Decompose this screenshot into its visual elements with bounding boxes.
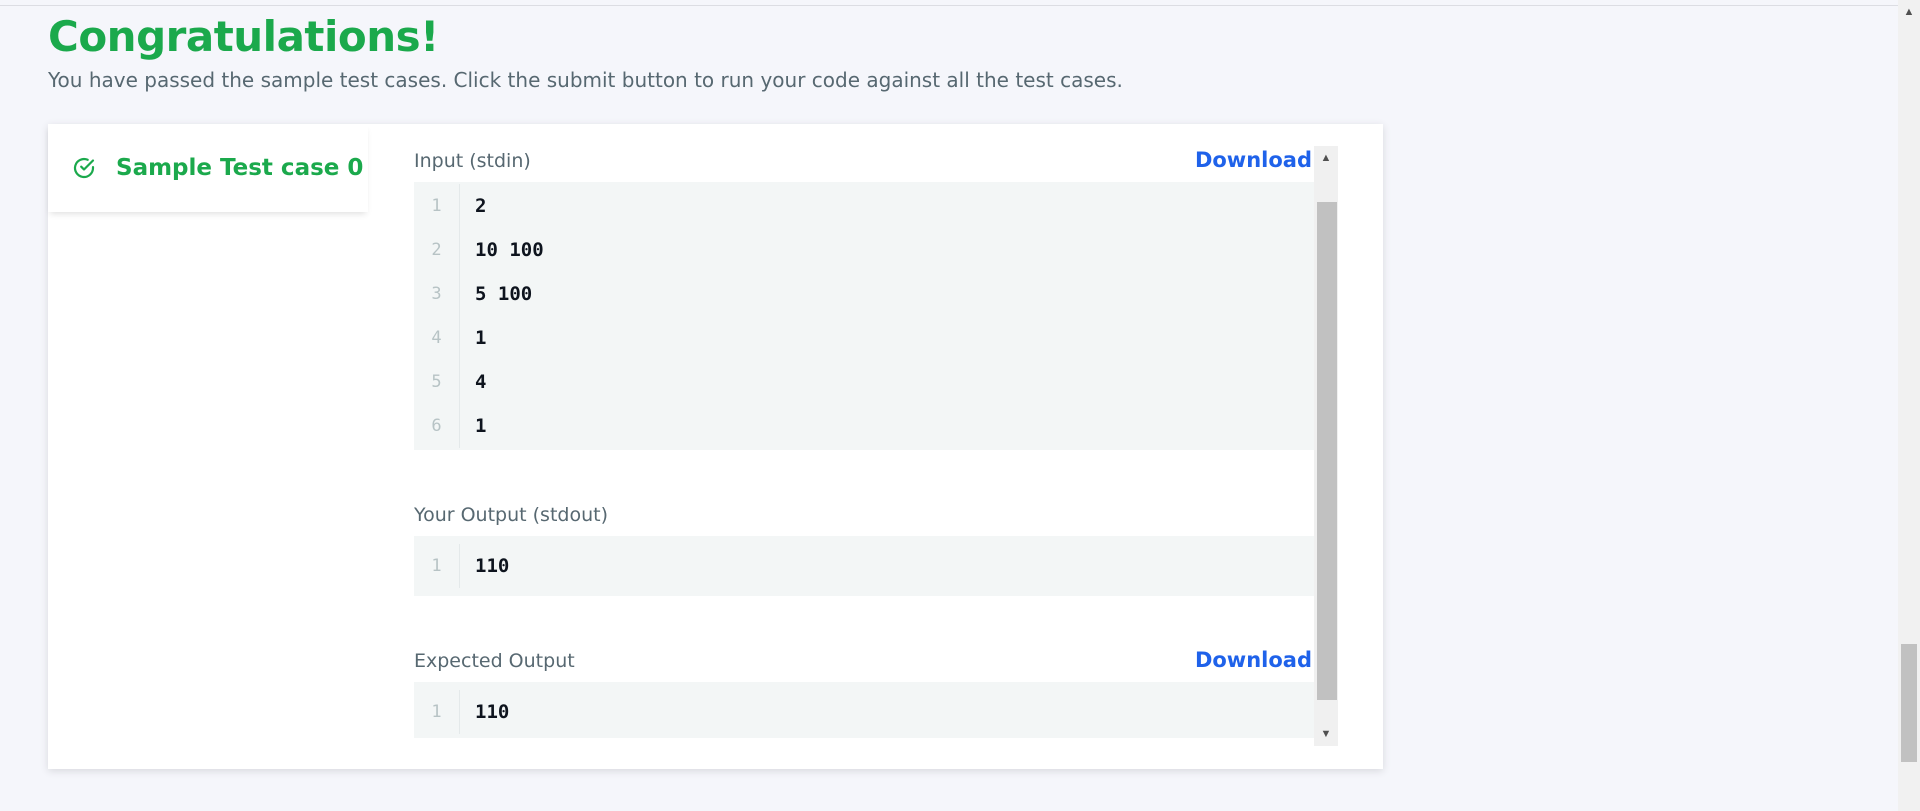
input-section-header: Input (stdin) Download (414, 146, 1338, 182)
code-line: 1 110 (414, 690, 1314, 734)
scroll-up-arrow-icon[interactable]: ▲ (1314, 146, 1338, 170)
line-text: 1 (459, 316, 1314, 360)
line-text: 4 (459, 360, 1314, 404)
panel-scrollbar-thumb[interactable] (1317, 202, 1337, 700)
expected-output-section-header: Expected Output Download (414, 646, 1338, 682)
your-output-section-header: Your Output (stdout) (414, 500, 1338, 536)
tab-label: Sample Test case 0 (116, 155, 364, 181)
code-line: 1 110 (414, 544, 1314, 588)
code-line: 3 5 100 (414, 272, 1314, 316)
code-line: 61 (414, 404, 1314, 448)
line-number: 3 (431, 284, 442, 304)
input-code-block: 1 2 2 10 100 3 5 100 4 1 5 4 6 1 (414, 182, 1314, 450)
line-text: 110 (459, 544, 1314, 588)
code-line: 12 (414, 184, 1314, 228)
check-circle-icon (70, 154, 98, 182)
expected-output-download-link[interactable]: Download (1195, 648, 1312, 672)
your-output-label: Your Output (stdout) (414, 504, 608, 526)
page-title: Congratulations! (48, 12, 439, 61)
line-number: 1 (431, 196, 442, 216)
code-line: 2 10 100 (414, 228, 1314, 272)
page-subtitle: You have passed the sample test cases. C… (48, 68, 1123, 92)
line-text: 2 (459, 184, 1314, 228)
line-text: 110 (459, 690, 1314, 734)
line-text: 1 (459, 404, 1314, 448)
line-text: 10 100 (459, 228, 1314, 272)
input-label: Input (stdin) (414, 150, 531, 172)
line-text: 5 100 (459, 272, 1314, 316)
input-download-link[interactable]: Download (1195, 148, 1312, 172)
top-divider (0, 0, 1898, 6)
code-line: 54 (414, 360, 1314, 404)
page-scrollbar-thumb[interactable] (1901, 644, 1917, 762)
tab-sample-test-case-0[interactable]: Sample Test case 0 (48, 124, 368, 212)
your-output-code-block: 1 110 (414, 536, 1314, 596)
panel-scrollbar[interactable]: ▲ ▼ (1314, 146, 1338, 746)
page-scrollbar[interactable]: ▲ (1898, 0, 1920, 811)
line-number: 1 (431, 702, 442, 722)
test-case-detail-panel[interactable]: Input (stdin) Download 1 2 2 10 100 3 5 100 4 1… (414, 146, 1338, 754)
line-number: 2 (431, 240, 442, 260)
test-results-card: Sample Test case 0 Input (stdin) Downloa… (48, 124, 1383, 769)
page-scroll-up-arrow-icon[interactable]: ▲ (1898, 4, 1920, 20)
line-number: 4 (431, 328, 442, 348)
code-line: 41 (414, 316, 1314, 360)
expected-output-code-block: 1 110 (414, 682, 1314, 738)
expected-output-label: Expected Output (414, 650, 575, 672)
line-number: 6 (431, 416, 442, 436)
line-number: 5 (431, 372, 442, 392)
line-number: 1 (431, 556, 442, 576)
scroll-down-arrow-icon[interactable]: ▼ (1314, 722, 1338, 746)
